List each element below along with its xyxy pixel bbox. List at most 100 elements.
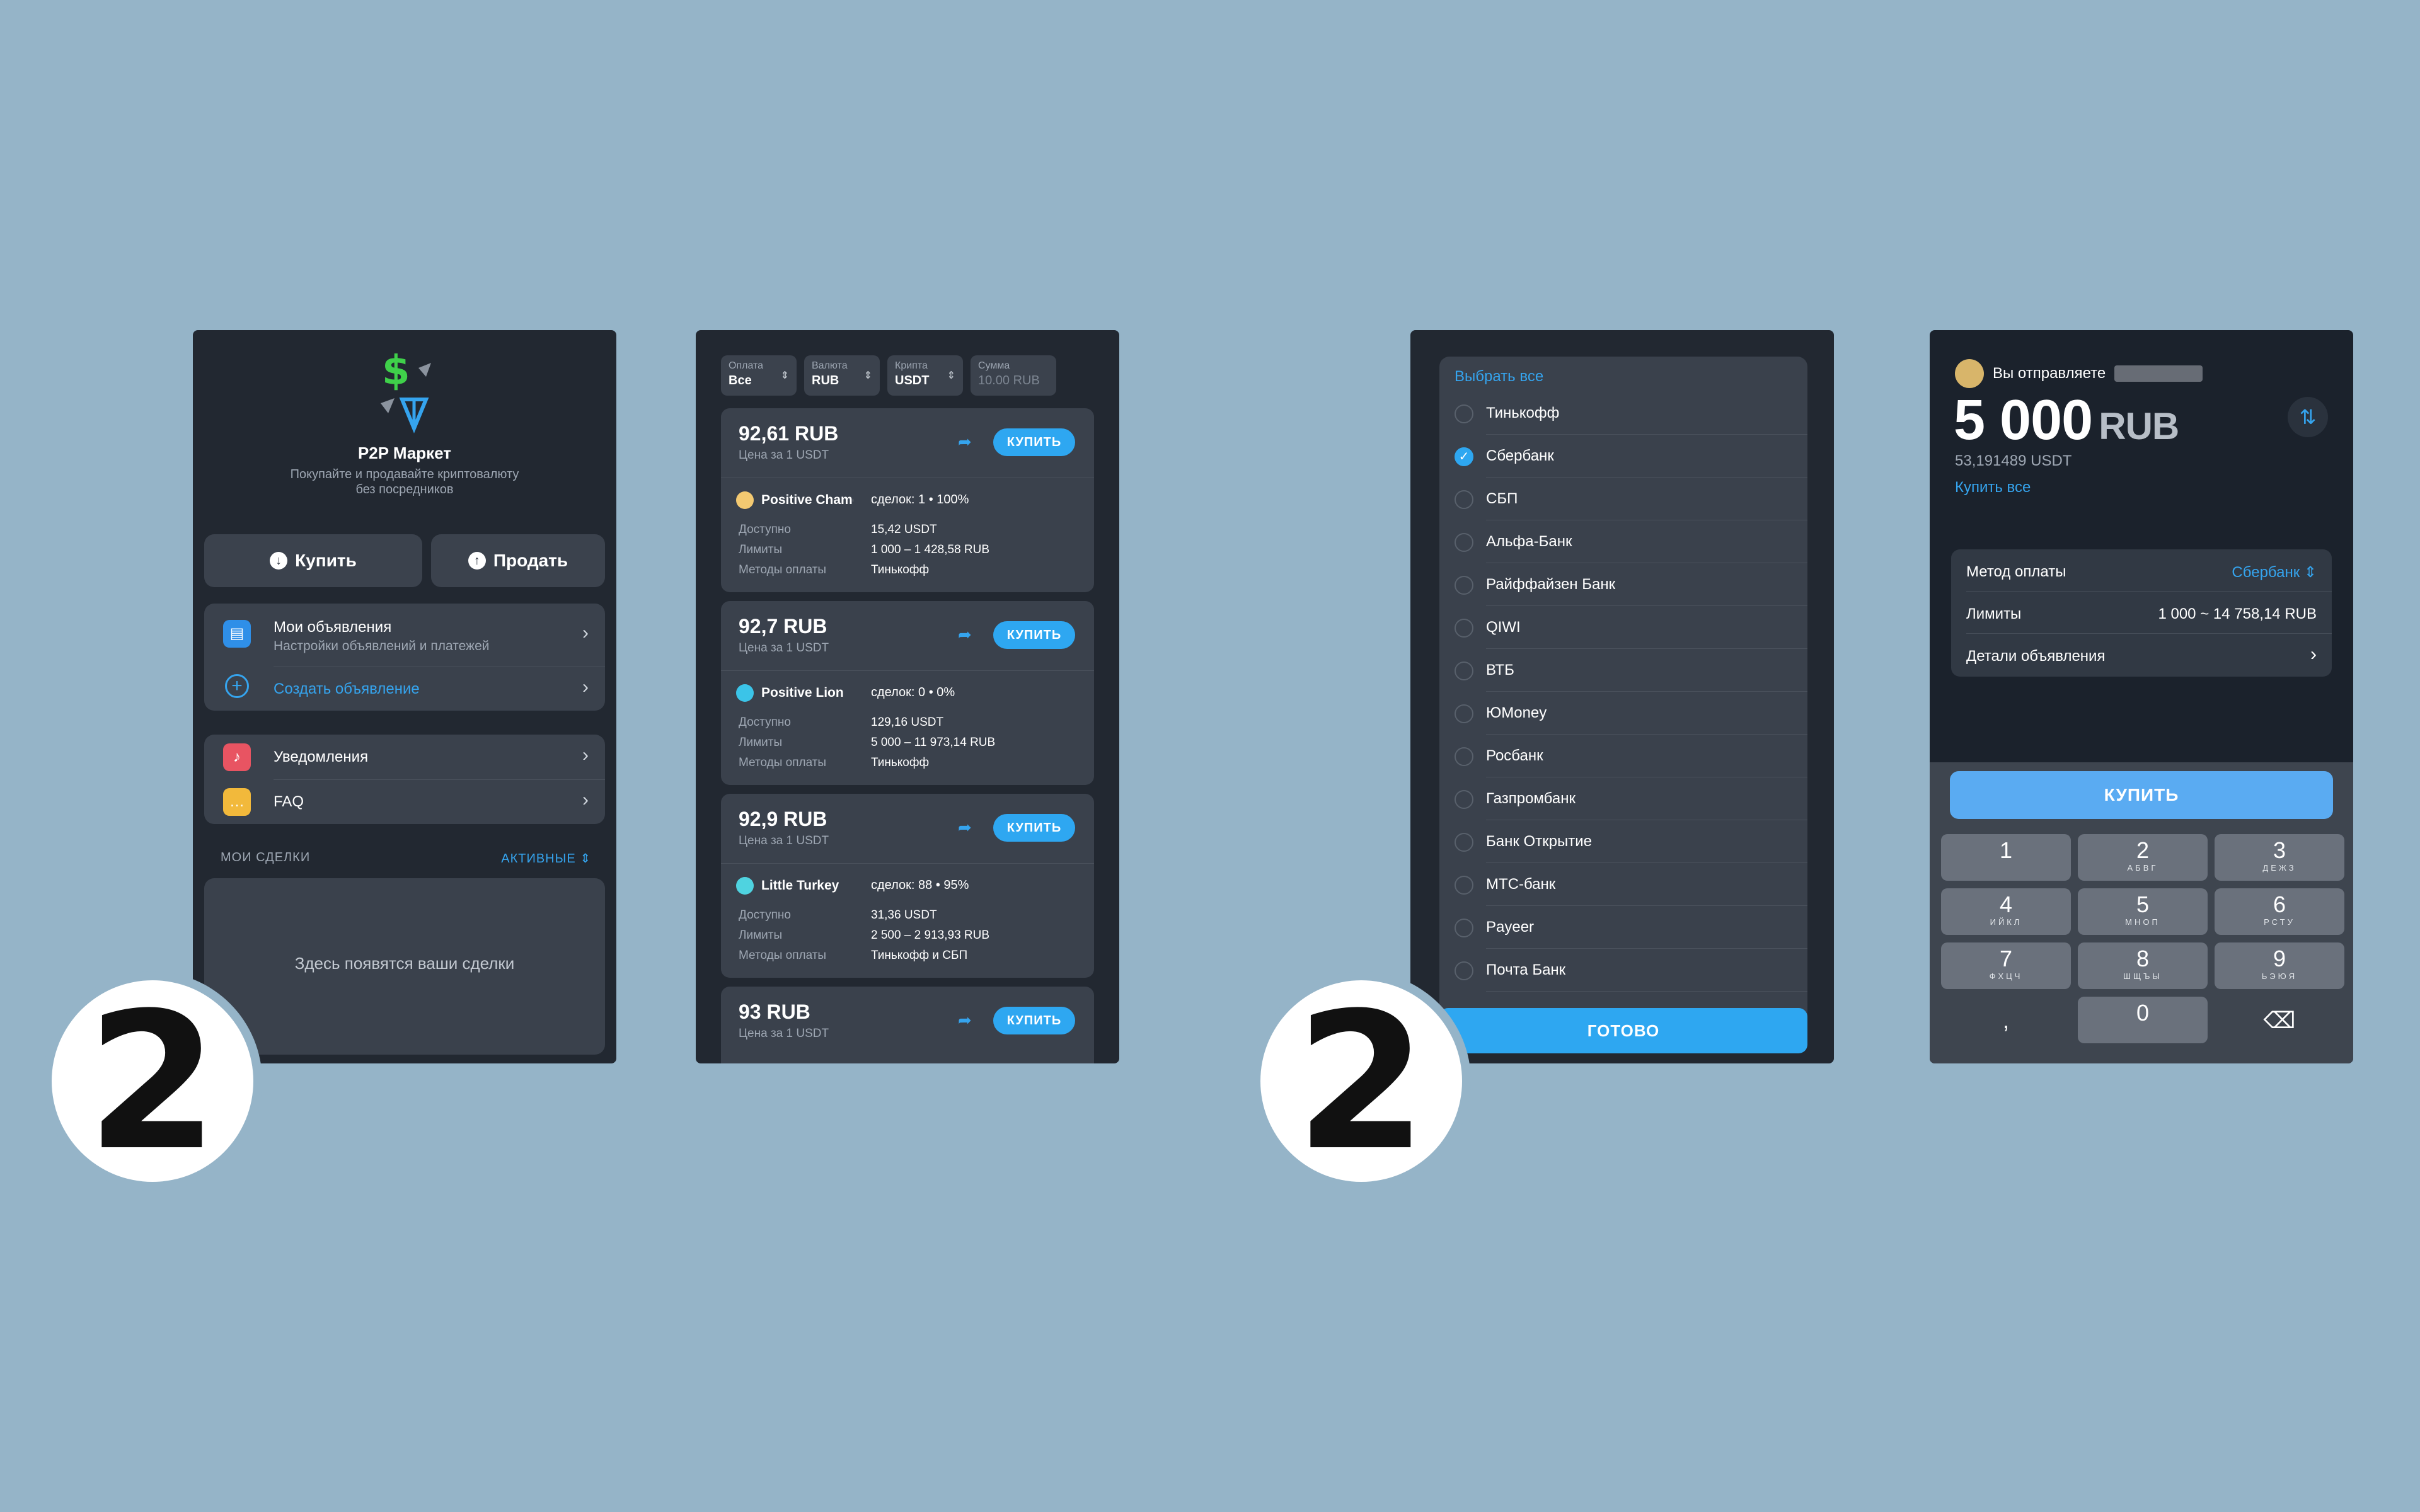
- bell-icon: ♪: [223, 743, 251, 771]
- share-icon[interactable]: ➦: [958, 1011, 972, 1030]
- bank-option[interactable]: QIWI: [1439, 606, 1807, 649]
- chevron-right-icon: ›: [582, 745, 589, 765]
- ad-details-row[interactable]: Детали объявления ›: [1951, 634, 2332, 676]
- radio-unchecked-icon[interactable]: [1455, 490, 1473, 509]
- keypad-key[interactable]: 3 ДЕЖЗ: [2215, 834, 2344, 881]
- bank-option[interactable]: ВТБ: [1439, 649, 1807, 692]
- keypad-key[interactable]: 2 АБВГ: [2078, 834, 2208, 881]
- keypad-key[interactable]: 0: [2078, 997, 2208, 1043]
- bank-option[interactable]: СБП: [1439, 478, 1807, 520]
- filter-amount[interactable]: Сумма 10.00 RUB: [971, 355, 1056, 396]
- done-button[interactable]: ГОТОВО: [1439, 1008, 1807, 1053]
- faq-row[interactable]: … FAQ ›: [204, 779, 605, 824]
- my-ads-subtitle: Настройки объявлений и платежей: [274, 639, 490, 653]
- offer-card[interactable]: 92,7 RUB Цена за 1 USDT ➦ КУПИТЬ Positiv…: [721, 601, 1094, 785]
- offer-card[interactable]: 93 RUB Цена за 1 USDT ➦ КУПИТЬ: [721, 987, 1094, 1063]
- my-ads-row[interactable]: ▤ Мои объявления Настройки объявлений и …: [204, 604, 605, 667]
- backspace-key[interactable]: ⌫: [2215, 997, 2344, 1043]
- offer-buy-button[interactable]: КУПИТЬ: [993, 1007, 1075, 1034]
- keypad-key[interactable]: 1: [1941, 834, 2071, 881]
- offer-buy-button[interactable]: КУПИТЬ: [993, 814, 1075, 842]
- radio-unchecked-icon[interactable]: [1455, 662, 1473, 680]
- limits-value: 1 000 ~ 14 758,14 RUB: [2158, 605, 2317, 622]
- share-icon[interactable]: ➦: [958, 625, 972, 644]
- buy-button[interactable]: ↓ Купить: [204, 534, 422, 587]
- swap-icon[interactable]: ⇅: [2288, 397, 2328, 437]
- p2p-market-logo: $: [381, 348, 431, 433]
- select-all-link[interactable]: Выбрать все: [1455, 368, 1543, 386]
- bank-name: QIWI: [1486, 619, 1521, 636]
- radio-unchecked-icon[interactable]: [1455, 790, 1473, 809]
- seller-name[interactable]: Little Turkey: [761, 878, 853, 893]
- backspace-icon: ⌫: [2263, 1007, 2296, 1033]
- bank-option[interactable]: Payeer: [1439, 906, 1807, 949]
- divider: [1486, 991, 1807, 992]
- offer-price-unit: Цена за 1 USDT: [739, 1027, 829, 1040]
- avatar: [1955, 359, 1984, 388]
- bank-option[interactable]: ✓ Сбербанк: [1439, 435, 1807, 478]
- offer-card[interactable]: 92,9 RUB Цена за 1 USDT ➦ КУПИТЬ Little …: [721, 794, 1094, 978]
- key-letters: ФХЦЧ: [1989, 971, 2023, 981]
- radio-unchecked-icon[interactable]: [1455, 404, 1473, 423]
- chat-bubble-icon: …: [223, 788, 251, 816]
- keypad-key[interactable]: 6 РСТУ: [2215, 888, 2344, 935]
- keypad-key[interactable]: 5 МНОП: [2078, 888, 2208, 935]
- seller-name[interactable]: Positive Chameleon: [761, 493, 853, 508]
- share-icon[interactable]: ➦: [958, 818, 972, 837]
- bank-option[interactable]: Тинькофф: [1439, 392, 1807, 435]
- radio-checked-icon[interactable]: ✓: [1455, 447, 1473, 466]
- bank-option[interactable]: Райффайзен Банк: [1439, 563, 1807, 606]
- radio-unchecked-icon[interactable]: [1455, 961, 1473, 980]
- key-digit: 7: [1999, 946, 2013, 971]
- limits-value: 2 500 – 2 913,93 RUB: [871, 929, 990, 942]
- chevron-right-icon: ›: [2310, 644, 2317, 665]
- deals-filter-dropdown[interactable]: АКТИВНЫЕ ⇕: [501, 850, 591, 866]
- available-label: Доступно: [739, 908, 791, 922]
- filter-payment[interactable]: Оплата Все ⇕: [721, 355, 797, 396]
- buy-all-link[interactable]: Купить все: [1955, 479, 2031, 496]
- payment-method-select-screen: Выбрать все Тинькофф ✓ Сбербанк СБП Альфа-Ба…: [1410, 330, 1834, 1063]
- radio-unchecked-icon[interactable]: [1455, 747, 1473, 766]
- amount-display[interactable]: 5 000 RUB: [1954, 388, 2179, 453]
- create-ad-row[interactable]: + Создать объявление ›: [204, 667, 605, 711]
- bank-option[interactable]: Почта Банк: [1439, 949, 1807, 992]
- radio-unchecked-icon[interactable]: [1455, 619, 1473, 638]
- keypad-key[interactable]: 9 ЬЭЮЯ: [2215, 942, 2344, 989]
- offer-price-unit: Цена за 1 USDT: [739, 449, 829, 462]
- filter-crypto[interactable]: Крипта USDT ⇕: [887, 355, 963, 396]
- offer-buy-button[interactable]: КУПИТЬ: [993, 428, 1075, 456]
- settings-card: ♪ Уведомления › … FAQ ›: [204, 735, 605, 824]
- payment-method-name: Сбербанк: [2232, 564, 2300, 581]
- sell-button[interactable]: ↑ Продать: [431, 534, 605, 587]
- keypad-key[interactable]: 7 ФХЦЧ: [1941, 942, 2071, 989]
- radio-unchecked-icon[interactable]: [1455, 919, 1473, 937]
- bank-option[interactable]: Альфа-Банк: [1439, 520, 1807, 563]
- offer-price-unit: Цена за 1 USDT: [739, 834, 829, 847]
- bank-option[interactable]: Росбанк: [1439, 735, 1807, 777]
- bank-option[interactable]: МТС-банк: [1439, 863, 1807, 906]
- filter-value: USDT: [895, 374, 930, 387]
- offer-card[interactable]: 92,61 RUB Цена за 1 USDT ➦ КУПИТЬ Positi…: [721, 408, 1094, 592]
- radio-unchecked-icon[interactable]: [1455, 533, 1473, 552]
- bank-option[interactable]: Банк Открытие: [1439, 820, 1807, 863]
- divider: [721, 670, 1094, 671]
- keypad-key[interactable]: 4 ИЙКЛ: [1941, 888, 2071, 935]
- radio-unchecked-icon[interactable]: [1455, 876, 1473, 895]
- radio-unchecked-icon[interactable]: [1455, 576, 1473, 595]
- keypad-key[interactable]: ,: [1941, 997, 2071, 1043]
- radio-unchecked-icon[interactable]: [1455, 833, 1473, 852]
- offer-buy-button[interactable]: КУПИТЬ: [993, 621, 1075, 649]
- keypad-key[interactable]: 8 ШЩЪЫ: [2078, 942, 2208, 989]
- buy-button[interactable]: КУПИТЬ: [1950, 771, 2333, 819]
- seller-avatar: [736, 491, 754, 509]
- notifications-row[interactable]: ♪ Уведомления ›: [204, 735, 605, 779]
- filter-value: RUB: [812, 374, 839, 387]
- filter-label: Крипта: [895, 360, 928, 371]
- radio-unchecked-icon[interactable]: [1455, 704, 1473, 723]
- bank-option[interactable]: Газпромбанк: [1439, 777, 1807, 820]
- share-icon[interactable]: ➦: [958, 432, 972, 452]
- seller-name[interactable]: Positive Lion: [761, 685, 853, 701]
- payment-method-row[interactable]: Метод оплаты Сбербанк ⇕: [1951, 549, 2332, 592]
- bank-option[interactable]: ЮMoney: [1439, 692, 1807, 735]
- filter-currency[interactable]: Валюта RUB ⇕: [804, 355, 880, 396]
